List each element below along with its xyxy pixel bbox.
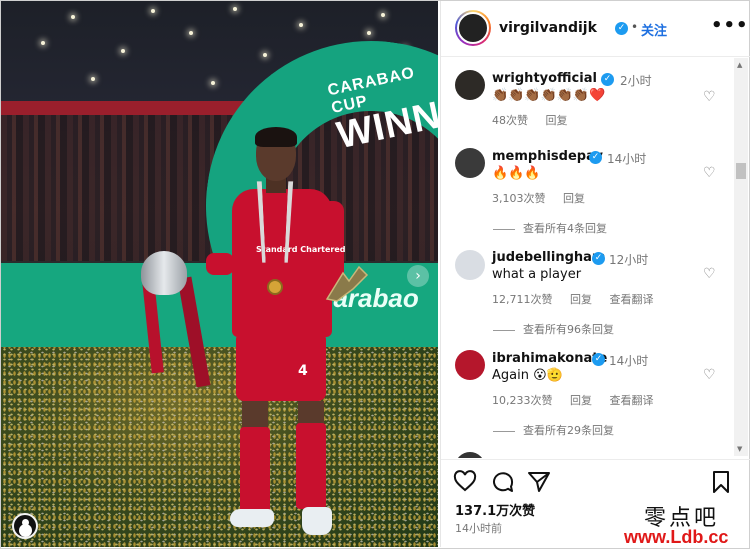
player-sock-left [240,427,270,513]
account-avatar[interactable] [455,10,491,46]
tagged-user-icon[interactable] [12,513,38,539]
comment-meta: 48次赞 回复 [492,112,582,128]
translate-button[interactable]: 查看翻译 [610,394,654,407]
comment-like-heart-icon[interactable]: ♡ [703,267,717,281]
comment-likes[interactable]: 3,103次赞 [492,192,546,205]
comment-likes[interactable]: 12,711次赞 [492,293,553,306]
verified-badge-icon: ✓ [601,73,614,86]
comment-avatar[interactable] [455,452,485,458]
comment-likes[interactable]: 10,233次赞 [492,394,553,407]
comment-username[interactable]: judebellingham [492,250,605,265]
scrollbar-thumb[interactable] [736,163,746,179]
comment-likes[interactable]: 48次赞 [492,114,528,127]
post-timestamp[interactable]: 14小时前 [455,520,502,536]
comment-like-heart-icon[interactable]: ♡ [703,90,717,104]
comment-avatar[interactable] [455,70,485,100]
shorts-number: 4 [298,363,308,379]
comment-like-heart-icon[interactable]: ♡ [703,368,717,382]
comment-text: Again 😮🫡 [492,368,563,383]
translate-button[interactable]: 查看翻译 [610,293,654,306]
comment-username[interactable]: memphisdepay [492,149,603,164]
player-boot-left [230,509,274,527]
comment-meta: 12,711次赞 回复 查看翻译 [492,291,668,307]
comment-list: wrightyofficial ✓ 2小时 👏🏾👏🏾👏🏾👏🏾👏🏾👏🏾❤️ 48次… [441,58,750,458]
verified-badge-icon: ✓ [589,151,602,164]
send-icon[interactable] [527,470,551,494]
comment-avatar[interactable] [455,350,485,380]
comment-meta: 3,103次赞 回复 [492,190,599,206]
verified-badge-icon: ✓ [592,353,605,366]
scroll-down-icon[interactable]: ▼ [737,445,742,453]
comment-text: what a player [492,267,582,282]
comment-time: 12小时 [609,253,649,267]
player-boot-right [302,507,332,535]
verified-badge-icon: ✓ [592,252,605,265]
view-replies-button[interactable]: 查看所有4条回复 [493,220,607,236]
comment-scrollbar[interactable] [734,58,748,456]
player-sock-right [296,423,326,509]
hoarding-arrow-icon: › [407,265,429,287]
follow-button[interactable]: 关注 [641,20,667,39]
comment-icon[interactable] [491,470,515,494]
view-replies-button[interactable]: 查看所有96条回复 [493,321,614,337]
comment-username[interactable]: ibrahimakonate [492,351,607,366]
comment-like-heart-icon[interactable]: ♡ [703,166,717,180]
reply-button[interactable]: 回复 [570,293,592,306]
separator-dot: • [631,20,639,34]
trophy-icon [141,251,187,295]
comment-time: 14小时 [607,152,647,166]
scroll-up-icon[interactable]: ▲ [737,61,742,69]
comment-text: 🔥🔥🔥 [492,166,541,181]
comment-username[interactable]: wrightyofficial [492,71,597,86]
comment-time: 14小时 [609,354,649,368]
post-header: virgilvandijk ✓ • 关注 ••• [441,1,750,57]
reply-button[interactable]: 回复 [563,192,585,205]
comment-meta: 10,233次赞 回复 查看翻译 [492,392,668,408]
player-hair [255,127,297,147]
heart-icon[interactable] [453,470,477,494]
view-replies-button[interactable]: 查看所有29条回复 [493,422,614,438]
bookmark-icon[interactable] [709,470,733,494]
comment-avatar[interactable] [455,250,485,280]
more-options-icon[interactable]: ••• [711,15,749,36]
player-figure: Standard Chartered 4 [206,127,356,543]
player-arm-left [206,253,234,275]
medal-ribbon [256,181,294,263]
comment-time: 2小时 [620,74,652,88]
watermark-url: www.Ldb.cc [624,527,729,547]
award-trophy-icon [325,265,369,302]
player-shorts [236,335,326,401]
likes-count[interactable]: 137.1万次赞 [455,500,535,519]
reply-button[interactable]: 回复 [570,394,592,407]
account-username[interactable]: virgilvandijk [499,20,597,36]
comment-text: 👏🏾👏🏾👏🏾👏🏾👏🏾👏🏾❤️ [492,88,606,103]
comment-avatar[interactable] [455,148,485,178]
post-photo[interactable]: CARABAO CUP WINN carabao › Standard Char… [1,1,438,547]
post-side-panel: virgilvandijk ✓ • 关注 ••• wrightyofficial… [440,1,750,547]
medal-icon [267,279,283,295]
reply-button[interactable]: 回复 [546,114,568,127]
verified-badge-icon: ✓ [615,22,628,35]
